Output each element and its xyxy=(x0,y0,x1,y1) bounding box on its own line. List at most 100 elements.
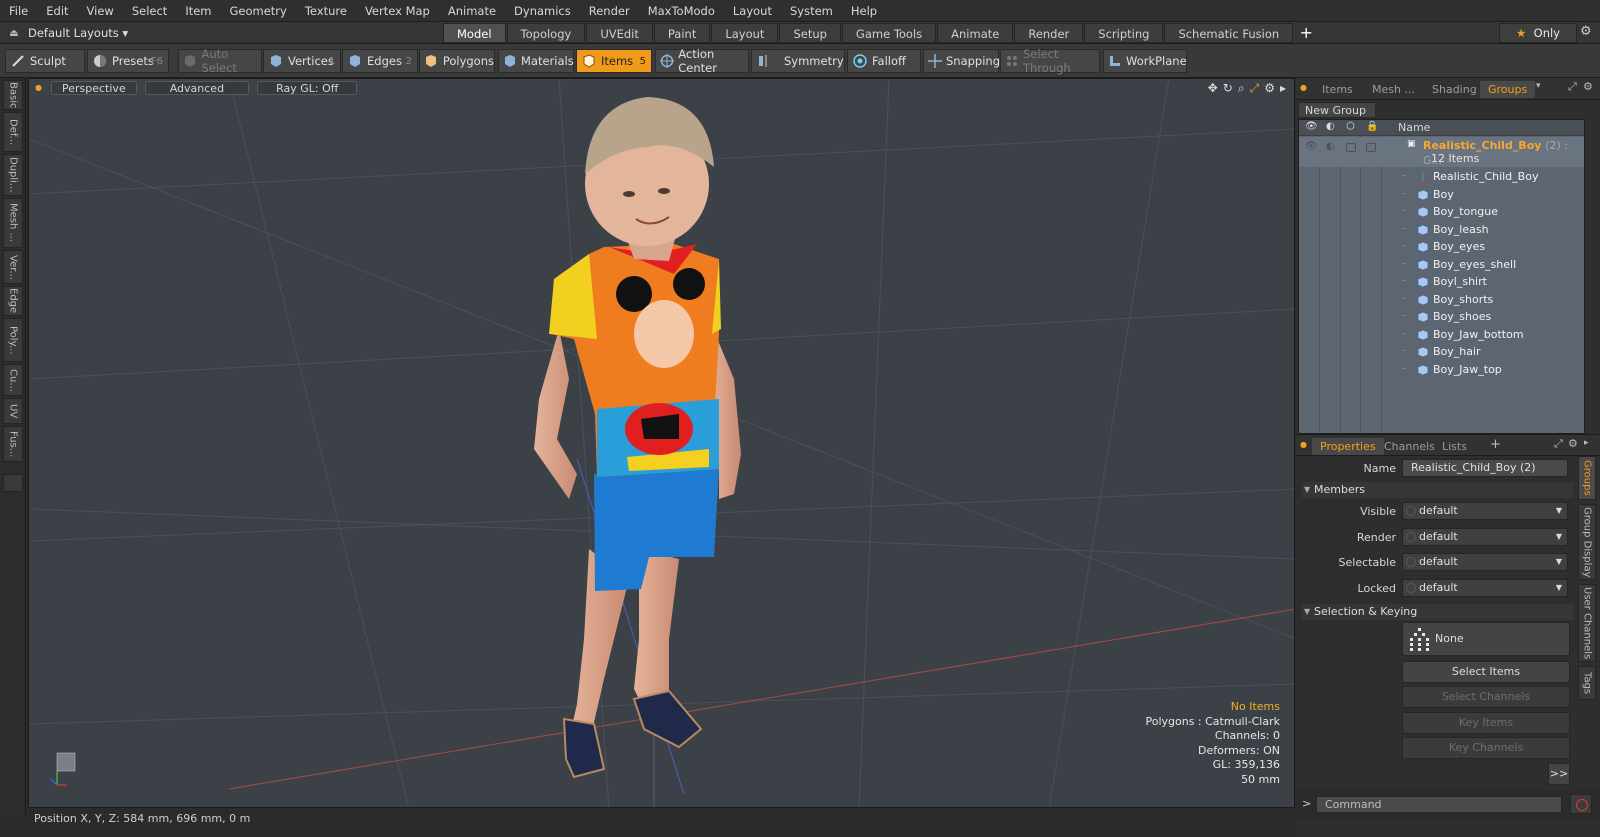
visibility-col-icon[interactable]: 👁 xyxy=(1305,121,1318,132)
menu-texture[interactable]: Texture xyxy=(296,0,356,22)
tree-row[interactable]: ╶ Realistic_Child_Boy xyxy=(1299,168,1584,186)
name-column-header[interactable]: Name xyxy=(1398,121,1430,134)
menu-maxtomodo[interactable]: MaxToModo xyxy=(639,0,724,22)
visible-radio[interactable] xyxy=(1406,506,1416,516)
polygons-button[interactable]: Polygons xyxy=(419,49,495,73)
members-section[interactable]: ▼ Members xyxy=(1302,482,1574,498)
left-tab-8[interactable]: UV xyxy=(3,398,23,424)
action-center-button[interactable]: Action Center xyxy=(655,47,749,75)
materials-button[interactable]: Materials xyxy=(498,49,574,73)
tab-groups[interactable]: Groups xyxy=(1480,81,1536,98)
select-channels-button[interactable]: Select Channels xyxy=(1402,686,1570,708)
new-group-button[interactable]: New Group xyxy=(1298,102,1376,118)
edges-button[interactable]: Edges 2 xyxy=(342,49,418,73)
visibility-toggle-icon[interactable]: 👁 xyxy=(1305,141,1318,152)
left-strip-toggle[interactable] xyxy=(3,474,23,492)
menu-file[interactable]: File xyxy=(0,0,37,22)
gear-icon[interactable]: ⚙ xyxy=(1264,81,1275,96)
group-row[interactable]: 👁 ◐ ▣ Realistic_Child_Boy (2) : G... 12 … xyxy=(1299,137,1584,167)
tab-items[interactable]: Items xyxy=(1314,81,1361,98)
layouts-dropdown[interactable]: ⏏ Default Layouts ▾ xyxy=(0,22,128,44)
raygl-button[interactable]: Ray GL: Off xyxy=(257,81,358,95)
selectable-dropdown[interactable]: default ▼ xyxy=(1402,553,1568,571)
tab-game-tools[interactable]: Game Tools xyxy=(841,23,937,43)
tab-animate[interactable]: Animate xyxy=(937,23,1014,43)
vtab-group-display[interactable]: Group Display xyxy=(1578,504,1596,580)
selectable-radio[interactable] xyxy=(1406,557,1416,567)
tree-row[interactable]: ╶ Boy_leash xyxy=(1299,221,1584,239)
name-field[interactable]: Realistic_Child_Boy (2) xyxy=(1402,459,1568,477)
add-tab-icon[interactable]: + xyxy=(1490,437,1501,452)
left-tab-6[interactable]: Poly... xyxy=(3,318,23,362)
render-radio[interactable] xyxy=(1406,532,1416,542)
menu-system[interactable]: System xyxy=(781,0,842,22)
auto-select-button[interactable]: Auto Select xyxy=(178,47,262,75)
gear-icon[interactable]: ⚙ xyxy=(1580,24,1592,39)
viewport-menu-icon[interactable]: ● xyxy=(35,83,45,93)
rotate-icon[interactable]: ↻ xyxy=(1223,81,1233,96)
tab-mesh[interactable]: Mesh ... xyxy=(1364,81,1423,98)
menu-geometry[interactable]: Geometry xyxy=(221,0,296,22)
add-layout-tab-icon[interactable]: + xyxy=(1294,23,1318,43)
tree-row[interactable]: ╶ Boy_Jaw_bottom xyxy=(1299,326,1584,344)
render-dropdown[interactable]: default ▼ xyxy=(1402,528,1568,546)
layout-home-icon[interactable]: ⏏ xyxy=(0,28,28,39)
only-button[interactable]: ★ Only xyxy=(1499,23,1577,43)
lock-col-icon[interactable]: 🔒 xyxy=(1366,121,1378,132)
command-input[interactable]: Command xyxy=(1316,796,1562,813)
tab-setup[interactable]: Setup xyxy=(779,23,841,43)
panel-dot-icon[interactable]: ● xyxy=(1300,440,1307,449)
menu-vertex-map[interactable]: Vertex Map xyxy=(356,0,439,22)
advanced-button[interactable]: Advanced xyxy=(144,81,250,95)
tab-shading[interactable]: Shading xyxy=(1424,81,1485,98)
left-tab-9[interactable]: Fus... xyxy=(3,426,23,462)
tab-channels[interactable]: Channels xyxy=(1376,438,1443,455)
vertices-button[interactable]: Vertices 1 xyxy=(263,49,341,73)
menu-dynamics[interactable]: Dynamics xyxy=(505,0,580,22)
left-tab-5[interactable]: Edge xyxy=(3,286,23,316)
symmetry-button[interactable]: Symmetry xyxy=(751,49,845,73)
presets-button[interactable]: Presets F6 xyxy=(87,49,169,73)
expand-icon[interactable]: ⤢ xyxy=(1554,437,1563,451)
tree-row[interactable]: ╶ Boy_shoes xyxy=(1299,308,1584,326)
tab-menu-icon[interactable]: ▾ xyxy=(1536,81,1541,91)
panel-dot-icon[interactable]: ● xyxy=(1300,83,1307,92)
menu-render[interactable]: Render xyxy=(580,0,639,22)
workplane-button[interactable]: WorkPlane xyxy=(1103,49,1187,73)
lock-toggle[interactable] xyxy=(1366,143,1376,152)
tab-layout[interactable]: Layout xyxy=(711,23,779,43)
vtab-user-channels[interactable]: User Channels xyxy=(1578,584,1596,662)
zoom-icon[interactable]: ⌕ xyxy=(1238,81,1245,96)
tree-row[interactable]: ╶ Boy xyxy=(1299,186,1584,204)
child-model[interactable] xyxy=(534,97,741,779)
tab-render[interactable]: Render xyxy=(1014,23,1084,43)
gear-icon[interactable]: ⚙ xyxy=(1568,437,1578,450)
vtab-tags[interactable]: Tags xyxy=(1578,666,1596,700)
key-channels-button[interactable]: Key Channels xyxy=(1402,737,1570,759)
3d-viewport[interactable]: ● Perspective Advanced Ray GL: Off ✥ ↻ ⌕… xyxy=(28,78,1295,808)
tab-schematic-fusion[interactable]: Schematic Fusion xyxy=(1164,23,1294,43)
tab-scripting[interactable]: Scripting xyxy=(1084,23,1164,43)
tree-row[interactable]: ╶ Boy_shorts xyxy=(1299,291,1584,309)
select-col-icon[interactable]: ⬡ xyxy=(1346,121,1355,132)
left-tab-1[interactable]: Def... xyxy=(3,112,23,152)
locked-dropdown[interactable]: default ▼ xyxy=(1402,579,1568,597)
locked-radio[interactable] xyxy=(1406,583,1416,593)
tab-uvedit[interactable]: UVEdit xyxy=(586,23,653,43)
select-items-button[interactable]: Select Items xyxy=(1402,661,1570,683)
menu-item[interactable]: Item xyxy=(176,0,220,22)
render-col-icon[interactable]: ◐ xyxy=(1326,121,1335,132)
groups-tree[interactable]: 👁 ◐ ⬡ 🔒 Name 👁 ◐ ▣ Realistic_Child_Boy (… xyxy=(1298,119,1585,434)
sculpt-button[interactable]: Sculpt xyxy=(5,49,85,73)
tab-topology[interactable]: Topology xyxy=(506,23,586,43)
arrow-right-icon[interactable]: ▸ xyxy=(1280,81,1286,96)
tree-row[interactable]: ╶ Boy_tongue xyxy=(1299,203,1584,221)
menu-help[interactable]: Help xyxy=(842,0,886,22)
left-tab-4[interactable]: Ver... xyxy=(3,250,23,284)
key-items-button[interactable]: Key Items xyxy=(1402,712,1570,734)
falloff-button[interactable]: Falloff xyxy=(847,49,921,73)
selection-keying-section[interactable]: ▼ Selection & Keying xyxy=(1302,604,1574,620)
tree-row[interactable]: ╶ Boy_eyes xyxy=(1299,238,1584,256)
none-button[interactable]: None xyxy=(1402,622,1570,656)
tree-row[interactable]: ╶ Boyl_shirt xyxy=(1299,273,1584,291)
